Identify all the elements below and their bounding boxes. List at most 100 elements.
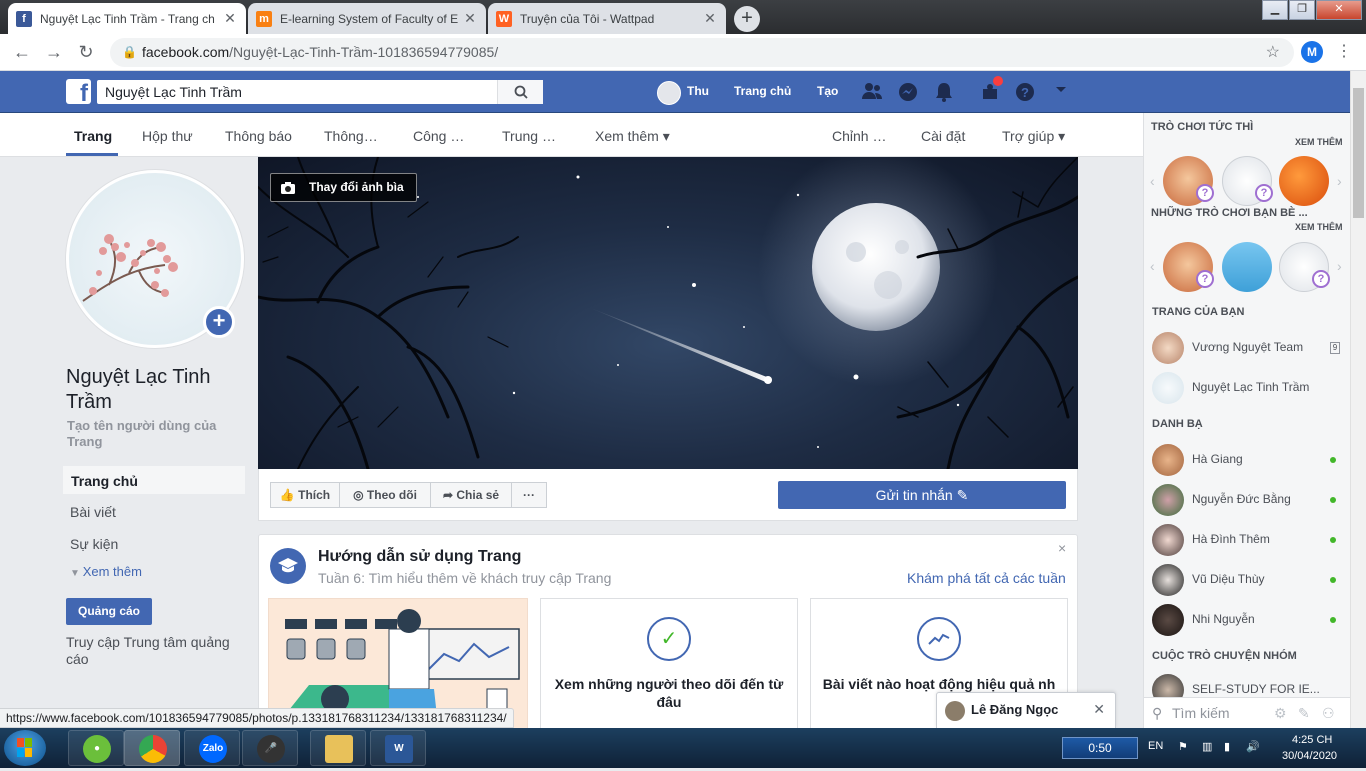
messenger-icon[interactable]: [897, 82, 919, 102]
guide-card-followers[interactable]: ✓ Xem những người theo dõi đến từ đâu: [540, 598, 798, 734]
contact-item[interactable]: Hà Giang: [1152, 444, 1342, 476]
chevron-left-icon[interactable]: ‹: [1150, 258, 1155, 274]
tray-flag-icon[interactable]: ⚑: [1178, 740, 1188, 753]
more-options-button[interactable]: ···: [511, 482, 547, 508]
guide-subtitle: Tuần 6: Tìm hiểu thêm về khách truy cập …: [318, 570, 612, 586]
tab-close-icon[interactable]: ✕: [222, 10, 238, 27]
taskbar-app-coccoc[interactable]: ●: [68, 730, 124, 766]
share-button[interactable]: ➦ Chia sẻ: [430, 482, 512, 508]
browser-tab-facebook[interactable]: f Nguyệt Lạc Tinh Trầm - Trang ch ✕: [8, 3, 246, 34]
timer-widget[interactable]: 0:50: [1062, 737, 1138, 759]
chevron-right-icon[interactable]: ›: [1337, 258, 1342, 274]
contact-item[interactable]: Hà Đình Thêm: [1152, 524, 1342, 556]
account-dropdown-icon[interactable]: [1050, 82, 1072, 102]
tray-network-icon[interactable]: ▥: [1202, 740, 1212, 753]
forward-arrow-icon[interactable]: →: [42, 41, 66, 65]
menu-kebab-icon[interactable]: ⋮: [1336, 41, 1352, 61]
taskbar-app-chrome[interactable]: [124, 730, 180, 766]
facebook-logo-icon[interactable]: f: [66, 79, 91, 104]
browser-tab-wattpad[interactable]: W Truyện của Tôi - Wattpad ✕: [488, 3, 726, 34]
home-link[interactable]: Trang chủ: [734, 84, 791, 98]
compose-icon[interactable]: ✎: [1298, 698, 1310, 729]
chrome-icon: [139, 735, 167, 763]
change-cover-button[interactable]: Thay đổi ảnh bìa: [270, 173, 417, 202]
left-nav-events[interactable]: Sự kiện: [62, 529, 246, 559]
follow-button[interactable]: ◎ Theo dõi: [339, 482, 431, 508]
bookmark-star-icon[interactable]: ☆: [1266, 38, 1280, 67]
tab-help[interactable]: Trợ giúp ▾: [1002, 128, 1065, 145]
clock-time[interactable]: 4:25 CH: [1292, 734, 1332, 746]
tab-settings[interactable]: Cài đặt: [921, 128, 965, 144]
clock-date[interactable]: 30/04/2020: [1282, 750, 1337, 762]
tab-edit-page-info[interactable]: Chỉnh …: [832, 128, 886, 144]
cover-photo[interactable]: [258, 157, 1078, 469]
avatar: [945, 701, 965, 721]
search-icon[interactable]: [497, 80, 543, 104]
language-indicator[interactable]: EN: [1148, 740, 1163, 752]
tab-insights[interactable]: Thông…: [324, 128, 378, 144]
left-nav-home[interactable]: Trang chủ: [62, 465, 246, 495]
new-tab-button[interactable]: +: [734, 6, 760, 32]
gear-icon[interactable]: ⚙: [1274, 698, 1287, 729]
tab-inbox[interactable]: Hộp thư: [142, 128, 193, 144]
left-nav-see-more[interactable]: ▼ Xem thêm: [70, 564, 142, 579]
taskbar-app-word[interactable]: W: [370, 730, 426, 766]
taskbar-app-zalo[interactable]: Zalo: [184, 730, 240, 766]
tab-notifications[interactable]: Thông báo: [225, 128, 292, 144]
create-link[interactable]: Tạo: [817, 84, 838, 98]
window-close-button[interactable]: ✕: [1316, 0, 1362, 20]
minimize-button[interactable]: ▁: [1262, 0, 1288, 20]
friends-games-see-more[interactable]: XEM THÊM: [1295, 222, 1343, 232]
user-name-link[interactable]: Thu: [687, 84, 709, 98]
contact-item[interactable]: Nhi Nguyễn: [1152, 604, 1342, 636]
group-add-icon[interactable]: ⚇: [1322, 698, 1335, 729]
help-question-icon[interactable]: ?: [1014, 82, 1036, 102]
browser-tab-elearning[interactable]: m E-learning System of Faculty of E ✕: [248, 3, 486, 34]
page-item-vuong-nguyet-team[interactable]: Vương Nguyệt Team 9: [1152, 332, 1342, 364]
reload-icon[interactable]: ↻: [74, 41, 98, 65]
start-button[interactable]: [4, 730, 46, 766]
contact-name: Nhi Nguyễn: [1192, 612, 1255, 626]
game-thumbnail[interactable]: [1222, 242, 1272, 292]
close-icon[interactable]: ✕: [1093, 701, 1105, 718]
chat-tab[interactable]: Lê Đăng Ngọc ✕: [936, 692, 1116, 728]
guide-close-icon[interactable]: ×: [1058, 540, 1066, 556]
tab-close-icon[interactable]: ✕: [462, 10, 478, 27]
tray-battery-icon[interactable]: ▮: [1224, 740, 1230, 753]
tab-title: Nguyệt Lạc Tinh Trầm - Trang ch: [40, 11, 215, 26]
chevron-right-icon[interactable]: ›: [1337, 173, 1342, 189]
taskbar-app-explorer[interactable]: [310, 730, 366, 766]
page-scrollbar[interactable]: [1350, 71, 1366, 728]
chevron-left-icon[interactable]: ‹: [1150, 173, 1155, 189]
friend-requests-icon[interactable]: [861, 82, 883, 102]
tab-publishing-tools[interactable]: Công …: [413, 128, 464, 144]
basketball-game-thumbnail[interactable]: [1279, 156, 1329, 206]
left-nav-posts[interactable]: Bài viết: [62, 497, 246, 527]
tab-see-more[interactable]: Xem thêm ▾: [595, 128, 670, 145]
address-bar[interactable]: 🔒 facebook.com/Nguyệt-Lạc-Tinh-Trầm-1018…: [110, 38, 1294, 67]
tab-page[interactable]: Trang: [74, 128, 112, 144]
send-message-button[interactable]: Gửi tin nhắn ✎: [778, 481, 1066, 509]
maximize-button[interactable]: ❐: [1289, 0, 1315, 20]
tab-close-icon[interactable]: ✕: [702, 10, 718, 27]
fb-search-input[interactable]: Nguyệt Lạc Tinh Trầm: [97, 80, 543, 104]
user-avatar[interactable]: [657, 81, 681, 105]
like-button[interactable]: 👍 Thích: [270, 482, 340, 508]
notifications-bell-icon[interactable]: [933, 82, 955, 102]
chat-search-input[interactable]: ⚲ Tìm kiếm ⚙ ✎ ⚇: [1144, 697, 1350, 728]
taskbar-app-microphone[interactable]: 🎤: [242, 730, 298, 766]
contact-item[interactable]: Nguyễn Đức Bằng: [1152, 484, 1342, 516]
scrollbar-thumb[interactable]: [1353, 88, 1364, 218]
create-username-link[interactable]: Tạo tên người dùng của Trang: [67, 418, 247, 450]
ad-center-link[interactable]: Truy cập Trung tâm quảng cáo: [66, 634, 246, 668]
promote-button[interactable]: Quảng cáo: [66, 598, 152, 625]
instant-games-see-more[interactable]: XEM THÊM: [1295, 137, 1343, 147]
contact-item[interactable]: Vũ Diệu Thùy: [1152, 564, 1342, 596]
explore-all-weeks-link[interactable]: Khám phá tất cả các tuần: [907, 570, 1066, 586]
tray-volume-icon[interactable]: 🔊: [1246, 740, 1260, 753]
back-arrow-icon[interactable]: ←: [10, 41, 34, 65]
page-item-nguyet-lac-tinh-tram[interactable]: Nguyệt Lạc Tinh Trầm: [1152, 372, 1342, 404]
add-photo-plus-icon[interactable]: +: [203, 306, 235, 338]
profile-avatar[interactable]: M: [1301, 41, 1323, 63]
tab-ad-center[interactable]: Trung …: [502, 128, 556, 144]
